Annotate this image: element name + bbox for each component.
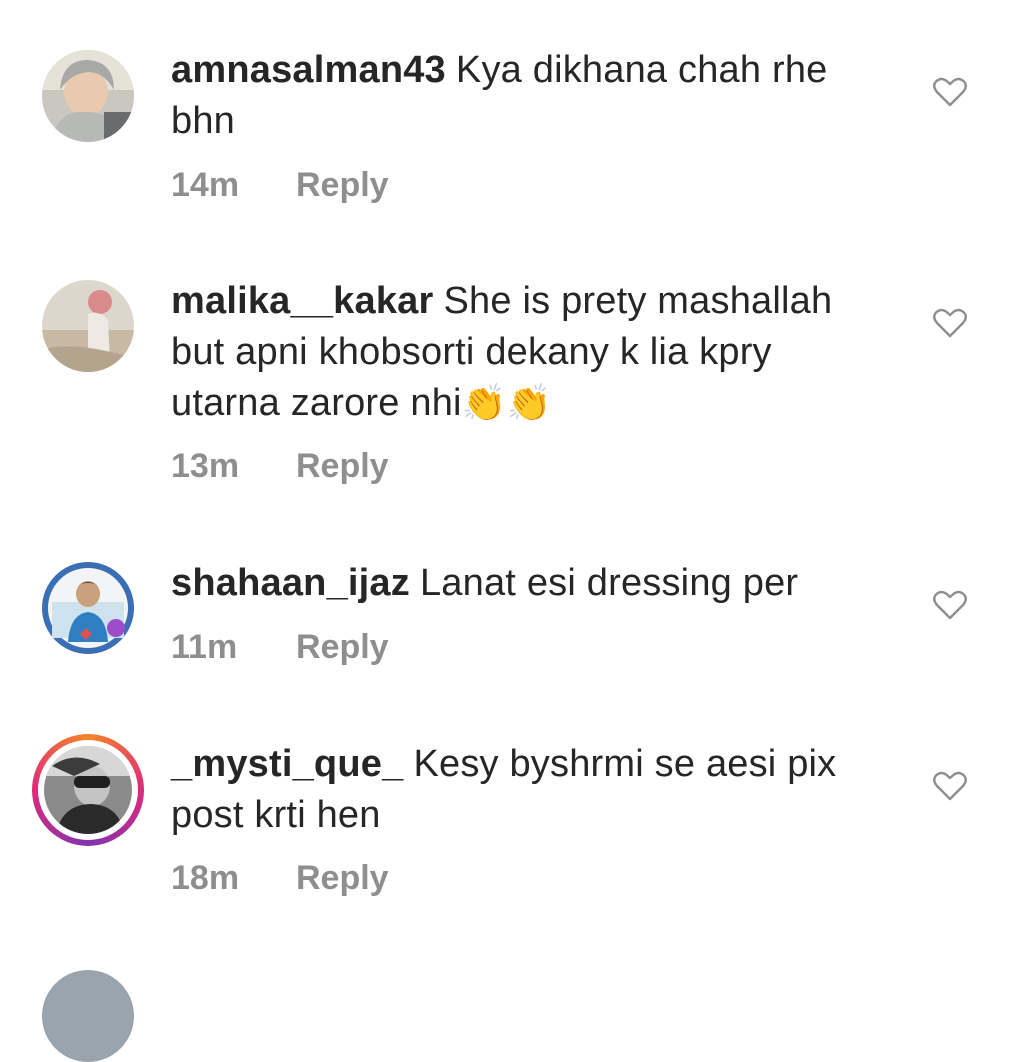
reply-button[interactable]: Reply	[296, 859, 389, 898]
heart-outline-icon[interactable]	[933, 308, 967, 338]
comment-timestamp: 11m	[171, 628, 238, 666]
reply-button[interactable]: Reply	[296, 447, 389, 486]
avatar[interactable]	[42, 562, 134, 654]
avatar[interactable]	[42, 970, 134, 1062]
comment-username[interactable]: shahaan_ijaz	[171, 562, 410, 604]
comment-username[interactable]: _mysti_que_	[171, 743, 403, 785]
comment-username[interactable]: amnasalman43	[171, 49, 446, 91]
comment-text: Lanat esi dressing per	[419, 562, 799, 604]
avatar[interactable]	[42, 280, 134, 372]
avatar[interactable]	[32, 734, 144, 846]
clapping-hands-emoji: 👏👏	[461, 383, 552, 424]
comment-username[interactable]: malika__kakar	[171, 280, 434, 322]
comment-timestamp: 13m	[171, 447, 240, 485]
comment-timestamp: 18m	[171, 859, 240, 897]
heart-outline-icon[interactable]	[933, 771, 967, 801]
heart-outline-icon[interactable]	[933, 77, 967, 107]
reply-button[interactable]: Reply	[296, 166, 389, 205]
avatar[interactable]	[42, 50, 134, 142]
heart-outline-icon[interactable]	[933, 590, 967, 620]
comment-timestamp: 14m	[171, 166, 240, 204]
reply-button[interactable]: Reply	[296, 628, 389, 667]
